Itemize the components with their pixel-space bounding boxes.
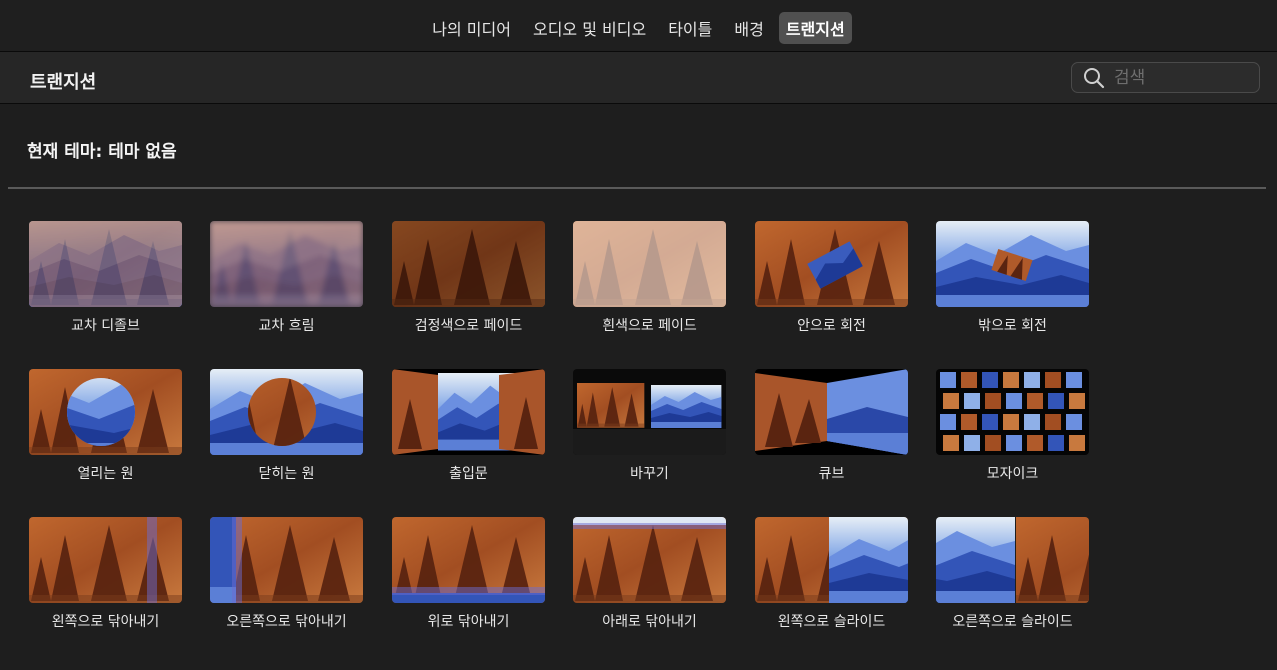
top-tab-bar: 나의 미디어 오디오 및 비디오 타이틀 배경 트랜지션 — [0, 0, 1277, 52]
transition-thumbnail[interactable] — [392, 369, 545, 455]
transition-label: 열리는 원 — [77, 466, 134, 482]
transition-item[interactable]: 열리는 원 — [29, 369, 182, 483]
transition-thumbnail[interactable] — [573, 369, 726, 455]
transition-grid: 교차 디졸브 교차 흐림 검정색으로 페이드 흰색으로 페이드 안으로 회전 밖… — [0, 189, 1277, 669]
transition-label: 오른쪽으로 닦아내기 — [226, 614, 347, 630]
transition-item[interactable]: 출입문 — [392, 369, 545, 483]
transition-item[interactable]: 흰색으로 페이드 — [573, 221, 726, 335]
transition-thumbnail[interactable] — [392, 517, 545, 603]
tab-my-media[interactable]: 나의 미디어 — [425, 12, 518, 44]
tab-transitions[interactable]: 트랜지션 — [778, 11, 852, 44]
transition-thumbnail[interactable] — [755, 369, 908, 455]
magnifier-icon — [1084, 67, 1105, 88]
transition-thumbnail[interactable] — [936, 369, 1089, 455]
transition-item[interactable]: 왼쪽으로 닦아내기 — [29, 517, 182, 631]
theme-row: 현재 테마: 테마 없음 — [0, 104, 1277, 187]
transition-thumbnail[interactable] — [29, 369, 182, 455]
transition-item[interactable]: 밖으로 회전 — [936, 221, 1089, 335]
transition-label: 왼쪽으로 닦아내기 — [51, 614, 160, 630]
transition-item[interactable]: 모자이크 — [936, 369, 1089, 483]
transition-label: 오른쪽으로 슬라이드 — [952, 614, 1073, 630]
transition-thumbnail[interactable] — [936, 517, 1089, 603]
transition-thumbnail[interactable] — [392, 221, 545, 307]
transition-item[interactable]: 큐브 — [755, 369, 908, 483]
transition-label: 모자이크 — [986, 466, 1039, 482]
transition-thumbnail[interactable] — [755, 517, 908, 603]
transition-label: 아래로 닦아내기 — [602, 614, 697, 630]
transition-thumbnail[interactable] — [755, 221, 908, 307]
transition-thumbnail[interactable] — [210, 517, 363, 603]
transition-thumbnail[interactable] — [210, 221, 363, 307]
transition-item[interactable]: 검정색으로 페이드 — [392, 221, 545, 335]
transition-item[interactable]: 위로 닦아내기 — [392, 517, 545, 631]
transition-thumbnail[interactable] — [573, 517, 726, 603]
transition-item[interactable]: 왼쪽으로 슬라이드 — [755, 517, 908, 631]
transition-label: 흰색으로 페이드 — [602, 318, 697, 334]
transition-item[interactable]: 닫히는 원 — [210, 369, 363, 483]
transition-item[interactable]: 교차 흐림 — [210, 221, 363, 335]
search-field[interactable] — [1071, 62, 1260, 93]
transition-thumbnail[interactable] — [29, 221, 182, 307]
transition-item[interactable]: 오른쪽으로 닦아내기 — [210, 517, 363, 631]
transition-thumbnail[interactable] — [210, 369, 363, 455]
transition-item[interactable]: 교차 디졸브 — [29, 221, 182, 335]
tab-backgrounds[interactable]: 배경 — [727, 12, 770, 44]
transition-label: 안으로 회전 — [797, 318, 866, 334]
transition-label: 출입문 — [449, 466, 488, 482]
page-title: 트랜지션 — [30, 72, 97, 93]
transition-label: 바꾸기 — [630, 466, 669, 482]
transition-item[interactable]: 아래로 닦아내기 — [573, 517, 726, 631]
transition-label: 왼쪽으로 슬라이드 — [777, 614, 886, 630]
transition-item[interactable]: 안으로 회전 — [755, 221, 908, 335]
transition-thumbnail[interactable] — [29, 517, 182, 603]
transition-item[interactable]: 오른쪽으로 슬라이드 — [936, 517, 1089, 631]
transition-item[interactable]: 바꾸기 — [573, 369, 726, 483]
transition-label: 밖으로 회전 — [978, 318, 1047, 334]
transition-label: 교차 디졸브 — [71, 318, 140, 334]
browser-header: 트랜지션 — [0, 52, 1277, 104]
search-input[interactable] — [1112, 66, 1246, 89]
transition-thumbnail[interactable] — [936, 221, 1089, 307]
tab-audio-video[interactable]: 오디오 및 비디오 — [526, 12, 653, 44]
transition-label: 위로 닦아내기 — [427, 614, 510, 630]
transition-label: 큐브 — [818, 466, 845, 482]
transition-label: 검정색으로 페이드 — [414, 318, 523, 334]
transition-label: 닫히는 원 — [258, 466, 315, 482]
tab-titles[interactable]: 타이틀 — [661, 12, 719, 44]
transition-label: 교차 흐림 — [258, 318, 315, 334]
transition-thumbnail[interactable] — [573, 221, 726, 307]
current-theme-label: 현재 테마: 테마 없음 — [27, 142, 177, 162]
